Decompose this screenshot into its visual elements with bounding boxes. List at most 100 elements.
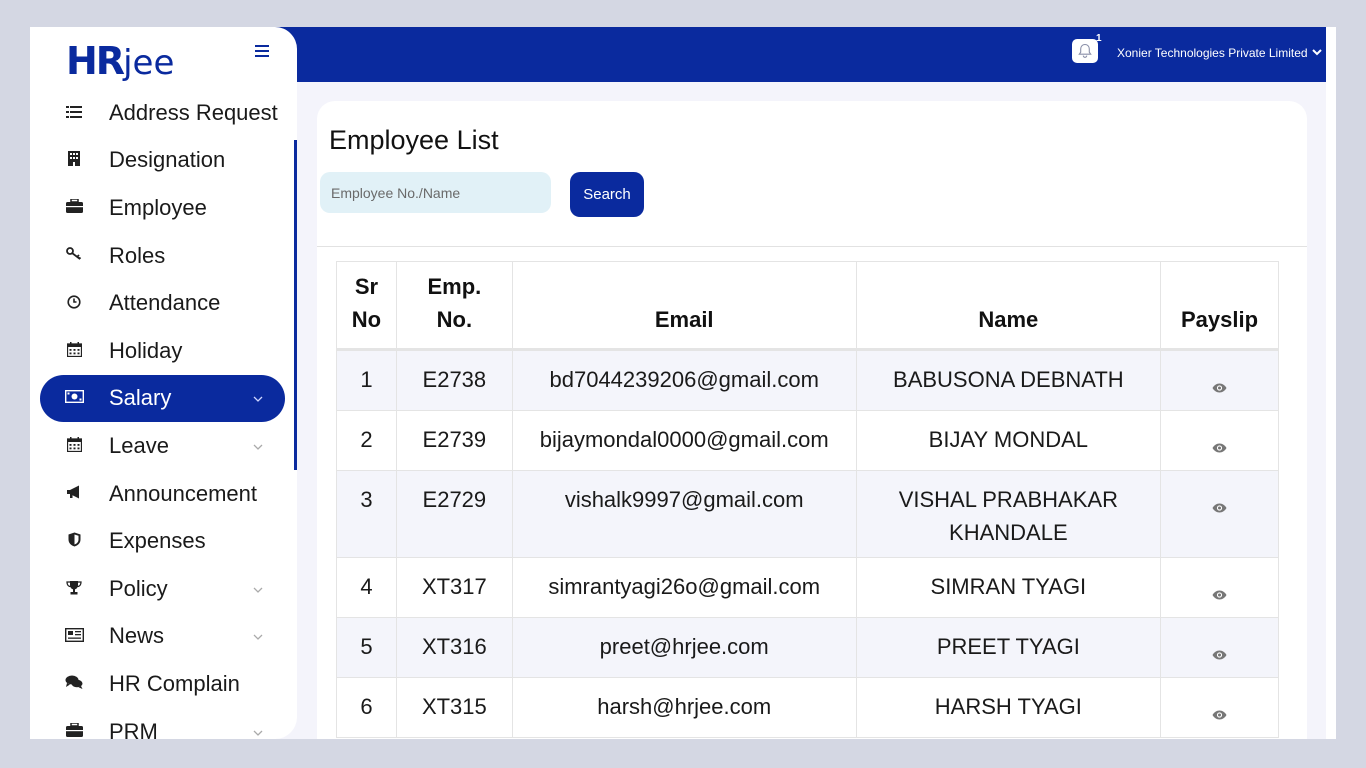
table-header-row: Sr No Emp. No. Email Name Payslip	[336, 261, 1279, 351]
briefcase-icon	[64, 722, 84, 739]
sidebar-item-leave[interactable]: Leave	[40, 422, 285, 470]
logo-secondary: jee	[123, 43, 175, 83]
cell-email: bijaymondal0000@gmail.com	[511, 410, 857, 471]
view-payslip-eye-icon[interactable]	[1212, 636, 1227, 669]
chevron-down-icon	[253, 725, 263, 739]
cell-email: vishalk9997@gmail.com	[511, 470, 857, 558]
megaphone-icon	[64, 485, 84, 502]
hrjee-logo[interactable]: HR jee	[66, 39, 174, 83]
cell-email: simrantyagi26o@gmail.com	[511, 557, 857, 618]
table-row: 4 XT317 simrantyagi26o@gmail.com SIMRAN TYA…	[336, 557, 1279, 618]
sidebar-item-expenses[interactable]: Expenses	[40, 517, 285, 565]
sidebar-item-announcement[interactable]: Announcement	[40, 470, 285, 518]
sidebar-item-label: Address Request	[109, 99, 278, 125]
trophy-icon	[64, 580, 84, 598]
sidebar-item-policy[interactable]: Policy	[40, 565, 285, 613]
employee-table: Sr No Emp. No. Email Name Payslip 1 E2738 bd…	[336, 261, 1279, 738]
sidebar-item-news[interactable]: News	[40, 613, 285, 661]
comments-icon	[64, 675, 84, 692]
newspaper-icon	[64, 627, 84, 645]
sidebar-item-employee[interactable]: Employee	[40, 184, 285, 232]
chevron-down-icon	[1311, 48, 1322, 59]
cell-name: VISHAL PRABHAKAR KHANDALE	[855, 470, 1162, 558]
sidebar: HR jee Address Request Designation Employe…	[30, 27, 297, 739]
sidebar-item-roles[interactable]: Roles	[40, 232, 285, 280]
cell-emp-no: XT316	[395, 617, 513, 678]
cell-email: bd7044239206@gmail.com	[511, 349, 857, 411]
cell-sr-no: 3	[336, 470, 397, 558]
sidebar-item-label: Salary	[109, 385, 172, 411]
table-row: 1 E2738 bd7044239206@gmail.com BABUSONA DEB…	[336, 349, 1279, 411]
col-header-payslip: Payslip	[1160, 261, 1279, 351]
cell-name: BIJAY MONDAL	[855, 410, 1162, 471]
table-row: 3 E2729 vishalk9997@gmail.com VISHAL PRABHA…	[336, 470, 1279, 558]
calendar-icon	[64, 436, 84, 455]
cell-payslip	[1160, 677, 1279, 738]
sidebar-item-label: Designation	[109, 147, 226, 173]
sidebar-item-address-request[interactable]: Address Request	[40, 89, 285, 137]
clock-icon	[64, 295, 84, 312]
sidebar-item-label: HR Complain	[109, 670, 240, 696]
cell-emp-no: E2729	[395, 470, 513, 558]
sidebar-scrollbar[interactable]	[294, 140, 297, 470]
company-name: Xonier Technologies Private Limited	[1117, 46, 1308, 60]
sidebar-item-holiday[interactable]: Holiday	[40, 327, 285, 375]
sidebar-item-label: Policy	[109, 575, 168, 601]
col-header-name: Name	[855, 261, 1162, 351]
sidebar-item-attendance[interactable]: Attendance	[40, 279, 285, 327]
cell-payslip	[1160, 410, 1279, 471]
chevron-down-icon	[253, 582, 263, 596]
view-payslip-eye-icon[interactable]	[1212, 576, 1227, 609]
cell-email: preet@hrjee.com	[511, 617, 857, 678]
building-icon	[64, 151, 84, 169]
hamburger-menu-icon[interactable]	[255, 41, 269, 62]
sidebar-item-salary[interactable]: Salary	[40, 374, 285, 423]
cell-payslip	[1160, 557, 1279, 618]
cell-email: harsh@hrjee.com	[511, 677, 857, 738]
sidebar-item-label: News	[109, 623, 165, 649]
chevron-down-icon	[253, 439, 263, 453]
cell-sr-no: 1	[336, 349, 397, 411]
notification-count-badge: 1	[1096, 33, 1102, 44]
sidebar-item-label: Roles	[109, 242, 166, 268]
sidebar-item-label: Attendance	[109, 290, 221, 316]
shield-icon	[64, 532, 84, 550]
sidebar-item-prm[interactable]: PRM	[40, 708, 285, 739]
briefcase-icon	[64, 198, 84, 216]
view-payslip-eye-icon[interactable]	[1212, 696, 1227, 729]
cell-name: SIMRAN TYAGI	[855, 557, 1162, 618]
table-row: 2 E2739 bijaymondal0000@gmail.com BIJAY MON…	[336, 410, 1279, 471]
cell-sr-no: 2	[336, 410, 397, 471]
cell-payslip	[1160, 470, 1279, 558]
col-header-email: Email	[511, 261, 857, 351]
cell-emp-no: E2738	[395, 349, 513, 411]
cell-sr-no: 6	[336, 677, 397, 738]
divider	[317, 246, 1307, 247]
sidebar-item-label: PRM	[109, 718, 158, 739]
col-header-emp-no: Emp. No.	[395, 261, 513, 351]
cell-emp-no: XT315	[395, 677, 513, 738]
cell-name: PREET TYAGI	[855, 617, 1162, 678]
employee-search-input[interactable]	[320, 172, 551, 213]
sidebar-item-designation[interactable]: Designation	[40, 137, 285, 185]
list-icon	[64, 105, 84, 121]
cell-emp-no: XT317	[395, 557, 513, 618]
view-payslip-eye-icon[interactable]	[1212, 429, 1227, 462]
view-payslip-eye-icon[interactable]	[1212, 489, 1227, 522]
cell-payslip	[1160, 617, 1279, 678]
sidebar-item-label: Announcement	[109, 480, 257, 506]
cell-name: BABUSONA DEBNATH	[855, 349, 1162, 411]
company-dropdown[interactable]: Xonier Technologies Private Limited	[1117, 46, 1322, 60]
chevron-down-icon	[253, 629, 263, 643]
sidebar-item-hr-complain[interactable]: HR Complain	[40, 660, 285, 708]
cell-payslip	[1160, 349, 1279, 411]
notification-bell-icon[interactable]	[1072, 39, 1098, 63]
search-button[interactable]: Search	[570, 172, 644, 217]
cell-emp-no: E2739	[395, 410, 513, 471]
view-payslip-eye-icon[interactable]	[1212, 369, 1227, 402]
sidebar-item-label: Holiday	[109, 337, 183, 363]
page-edge	[1326, 27, 1336, 739]
money-icon	[64, 390, 84, 406]
app-window: 1 Xonier Technologies Private Limited HR…	[30, 27, 1336, 739]
page-title: Employee List	[329, 125, 499, 155]
